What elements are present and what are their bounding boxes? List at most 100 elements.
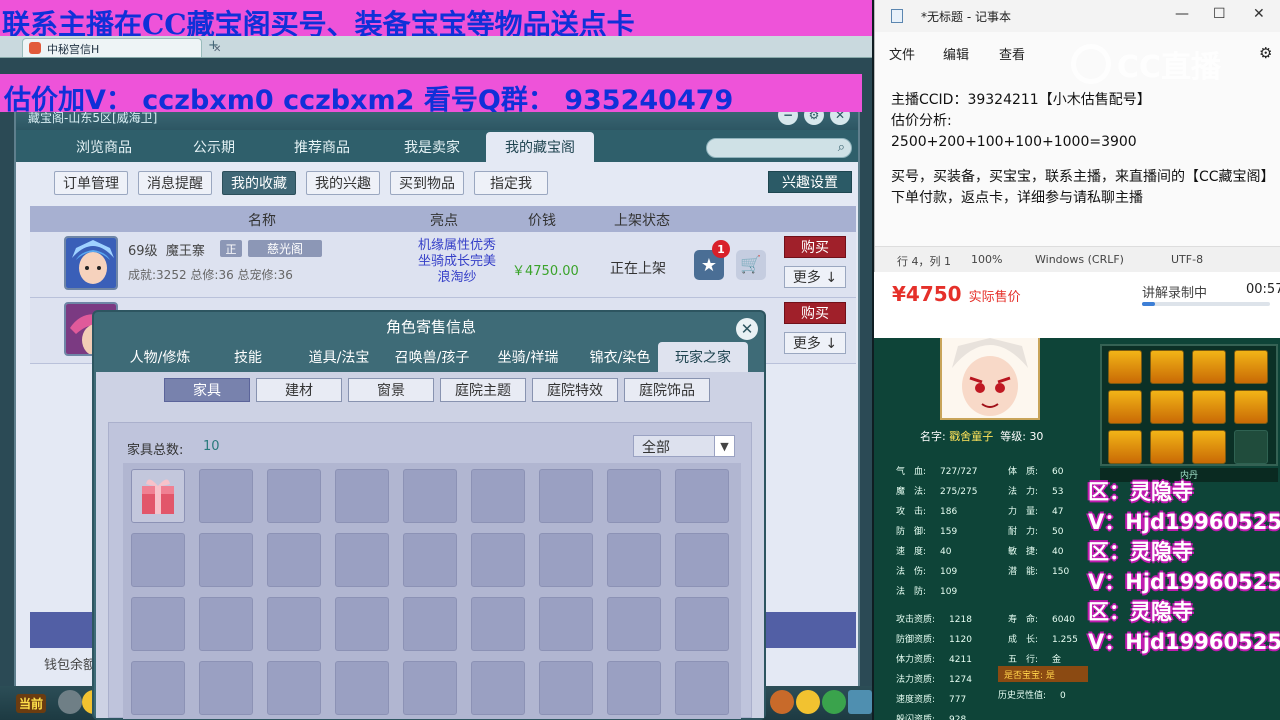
furniture-slot[interactable] bbox=[607, 469, 661, 523]
smiley-icon[interactable] bbox=[796, 690, 820, 714]
furniture-slot[interactable] bbox=[199, 597, 253, 651]
furniture-slot[interactable] bbox=[607, 661, 661, 715]
skill-icon[interactable] bbox=[1108, 390, 1142, 424]
subtab-assigned[interactable]: 指定我 bbox=[474, 171, 548, 195]
furniture-slot[interactable] bbox=[335, 597, 389, 651]
tab-mounts[interactable]: 坐骑/祥瑞 bbox=[482, 342, 574, 372]
subtab-interests[interactable]: 我的兴趣 bbox=[306, 171, 380, 195]
furniture-slot[interactable] bbox=[675, 469, 729, 523]
buy-button[interactable]: 购买 bbox=[784, 236, 846, 258]
furniture-slot[interactable] bbox=[335, 661, 389, 715]
furniture-slot[interactable] bbox=[539, 533, 593, 587]
furniture-slot[interactable] bbox=[675, 661, 729, 715]
maximize-icon[interactable]: ☐ bbox=[1213, 6, 1226, 22]
skill-icon[interactable] bbox=[1192, 350, 1226, 384]
skill-icon[interactable] bbox=[1192, 390, 1226, 424]
more-button[interactable]: 更多 ↓ bbox=[784, 266, 846, 288]
search-icon[interactable]: ⌕ bbox=[838, 140, 845, 155]
furniture-slot[interactable] bbox=[471, 469, 525, 523]
gear-icon[interactable]: ⚙ bbox=[1259, 44, 1272, 62]
filter-courtyard-decor[interactable]: 庭院饰品 bbox=[624, 378, 710, 402]
furniture-slot[interactable] bbox=[471, 597, 525, 651]
new-tab-icon[interactable]: + bbox=[208, 38, 219, 53]
tab-browse[interactable]: 浏览商品 bbox=[54, 132, 154, 162]
menu-view[interactable]: 查看 bbox=[999, 44, 1025, 63]
furniture-slot[interactable] bbox=[267, 469, 321, 523]
furniture-slot[interactable] bbox=[267, 597, 321, 651]
furniture-slot[interactable] bbox=[675, 597, 729, 651]
more-button[interactable]: 更多 ↓ bbox=[784, 332, 846, 354]
furniture-slot[interactable] bbox=[403, 597, 457, 651]
skill-icon[interactable] bbox=[1108, 430, 1142, 464]
furniture-slot[interactable] bbox=[335, 533, 389, 587]
empty-skill-slot[interactable] bbox=[1234, 430, 1268, 464]
furniture-slot[interactable] bbox=[199, 533, 253, 587]
filter-materials[interactable]: 建材 bbox=[256, 378, 342, 402]
tab-seller[interactable]: 我是卖家 bbox=[382, 132, 482, 162]
microphone-icon[interactable] bbox=[58, 690, 82, 714]
search-input[interactable]: ⌕ bbox=[706, 138, 852, 158]
browser-tab[interactable]: 中秘宫信H ✕ bbox=[22, 38, 221, 57]
furniture-slot[interactable] bbox=[335, 469, 389, 523]
skill-icon[interactable] bbox=[1150, 350, 1184, 384]
tab-outfits[interactable]: 锦衣/染色 bbox=[574, 342, 666, 372]
furniture-item-gift-box[interactable] bbox=[131, 469, 185, 523]
furniture-slot[interactable] bbox=[131, 661, 185, 715]
skill-icon[interactable] bbox=[1192, 430, 1226, 464]
notepad-editor[interactable]: 主播CCID：39324211【小木估售配号】 估价分析: 2500+200+1… bbox=[891, 90, 1275, 209]
furniture-slot[interactable] bbox=[539, 469, 593, 523]
tab-items[interactable]: 道具/法宝 bbox=[294, 342, 384, 372]
chevron-down-icon[interactable]: ▼ bbox=[714, 436, 734, 456]
furniture-slot[interactable] bbox=[471, 661, 525, 715]
furniture-slot[interactable] bbox=[471, 533, 525, 587]
furniture-slot[interactable] bbox=[403, 533, 457, 587]
close-icon[interactable]: ✕ bbox=[736, 318, 758, 340]
tab-public-period[interactable]: 公示期 bbox=[164, 132, 264, 162]
furniture-slot[interactable] bbox=[267, 661, 321, 715]
system-icon[interactable] bbox=[770, 690, 794, 714]
skill-icon[interactable] bbox=[1150, 390, 1184, 424]
filter-windows[interactable]: 窗景 bbox=[348, 378, 434, 402]
menu-file[interactable]: 文件 bbox=[889, 44, 915, 63]
filter-courtyard-effects[interactable]: 庭院特效 bbox=[532, 378, 618, 402]
current-channel-label[interactable]: 当前 bbox=[16, 694, 47, 713]
tab-character[interactable]: 人物/修炼 bbox=[112, 342, 208, 372]
tab-skills[interactable]: 技能 bbox=[212, 342, 284, 372]
furniture-slot[interactable] bbox=[675, 533, 729, 587]
skill-icon[interactable] bbox=[1108, 350, 1142, 384]
buy-button[interactable]: 购买 bbox=[784, 302, 846, 324]
furniture-slot[interactable] bbox=[131, 597, 185, 651]
row-highlights[interactable]: 机缘属性优秀 坐骑成长完美 浪淘纱 bbox=[402, 238, 512, 286]
computer-icon[interactable] bbox=[848, 690, 872, 714]
tab-recommended[interactable]: 推荐商品 bbox=[272, 132, 372, 162]
subtab-favorites[interactable]: 我的收藏 bbox=[222, 171, 296, 195]
furniture-slot[interactable] bbox=[403, 661, 457, 715]
cart-icon[interactable]: 🛒 bbox=[736, 250, 766, 280]
furniture-slot[interactable] bbox=[539, 597, 593, 651]
table-row[interactable]: 69级 魔王寨 正 慈光阁 成就:3252 总修:36 总宠修:36 机缘属性优… bbox=[30, 232, 856, 298]
furniture-slot[interactable] bbox=[607, 597, 661, 651]
skill-icon[interactable] bbox=[1150, 430, 1184, 464]
skill-icon[interactable] bbox=[1234, 350, 1268, 384]
tab-pets[interactable]: 召唤兽/孩子 bbox=[384, 342, 480, 372]
subtab-orders[interactable]: 订单管理 bbox=[54, 171, 128, 195]
furniture-slot[interactable] bbox=[403, 469, 457, 523]
menu-edit[interactable]: 编辑 bbox=[943, 44, 969, 63]
furniture-category-select[interactable]: 全部 ▼ bbox=[633, 435, 735, 457]
furniture-slot[interactable] bbox=[539, 661, 593, 715]
furniture-slot[interactable] bbox=[131, 533, 185, 587]
close-icon[interactable]: ✕ bbox=[1253, 6, 1265, 22]
pet-icon[interactable] bbox=[822, 690, 846, 714]
skill-icon[interactable] bbox=[1234, 390, 1268, 424]
furniture-slot[interactable] bbox=[199, 661, 253, 715]
tab-player-home[interactable]: 玩家之家 bbox=[658, 342, 748, 372]
tab-my-cbg[interactable]: 我的藏宝阁 bbox=[486, 132, 594, 162]
subtab-purchased[interactable]: 买到物品 bbox=[390, 171, 464, 195]
filter-courtyard-theme[interactable]: 庭院主题 bbox=[440, 378, 526, 402]
interest-settings-button[interactable]: 兴趣设置 bbox=[768, 171, 852, 193]
furniture-slot[interactable] bbox=[607, 533, 661, 587]
furniture-slot[interactable] bbox=[199, 469, 253, 523]
subtab-messages[interactable]: 消息提醒 bbox=[138, 171, 212, 195]
furniture-slot[interactable] bbox=[267, 533, 321, 587]
minimize-icon[interactable]: — bbox=[1175, 6, 1189, 22]
